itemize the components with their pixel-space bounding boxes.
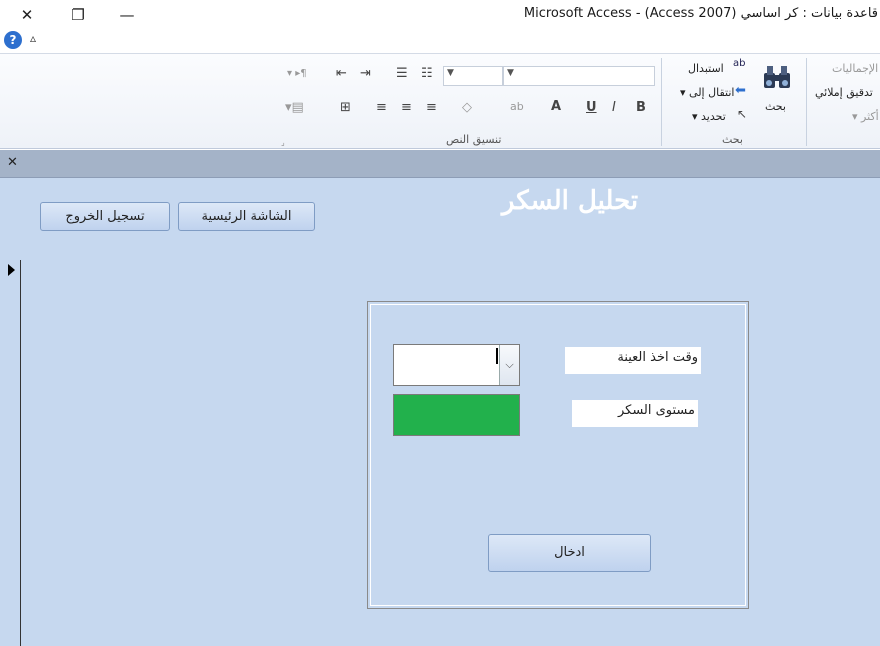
align-left-icon[interactable]: ≡: [426, 100, 437, 115]
sample-time-combo[interactable]: ⌵: [393, 344, 520, 386]
replace-icon: ab: [733, 58, 746, 69]
highlight-icon[interactable]: ab: [510, 100, 524, 113]
quick-access-row: ? ▵: [0, 30, 880, 52]
current-record-arrow-icon: [8, 264, 15, 276]
binoculars-icon: [764, 66, 790, 88]
find-group-label: بحث: [722, 133, 743, 146]
underline-icon[interactable]: U: [586, 100, 597, 115]
gridlines-icon[interactable]: ⊞: [340, 100, 351, 115]
chevron-down-icon: ▾: [852, 110, 858, 123]
select-label: تحديد: [701, 110, 726, 123]
dropdown-arrow-icon[interactable]: ⌵: [499, 345, 519, 385]
cursor-icon: ↖: [737, 107, 748, 121]
text-format-group-label: تنسيق النص: [446, 133, 502, 146]
goto-button[interactable]: ▾ انتقال إلى: [680, 86, 734, 99]
group-separator: [806, 58, 807, 146]
select-button[interactable]: ▾ تحديد: [692, 110, 726, 123]
sugar-level-field[interactable]: [393, 394, 520, 436]
text-caret: [496, 348, 498, 364]
sugar-level-label: مستوى السكر: [572, 400, 698, 427]
font-name-combo[interactable]: ▼: [503, 66, 655, 86]
align-center-icon[interactable]: ≡: [401, 100, 412, 115]
replace-button[interactable]: استبدال: [688, 62, 724, 75]
ribbon: ▼ ▼ ▾ ▸¶ ⇤ ⇥ ☰ ☷ ▾▤ ⊞ ≡ ≡ ≡ ◇ ab A U I B…: [0, 53, 880, 149]
find-button[interactable]: بحث: [765, 100, 786, 113]
align-right-icon[interactable]: ≡: [376, 100, 387, 115]
close-window-button[interactable]: ✕: [12, 4, 42, 26]
close-document-icon[interactable]: ✕: [7, 155, 18, 170]
sample-time-label: وقت اخذ العينة: [565, 347, 701, 374]
record-selector[interactable]: [0, 260, 21, 646]
alt-fill-icon[interactable]: ▾▤: [285, 100, 304, 115]
minimize-window-button[interactable]: —: [112, 4, 142, 26]
help-icon[interactable]: ?: [4, 31, 22, 49]
form-body: تحليل السكر تسجيل الخروج الشاشة الرئيسية…: [0, 178, 880, 646]
group-separator: [661, 58, 662, 146]
chevron-down-icon: ▼: [447, 68, 454, 78]
restore-window-button[interactable]: ❐: [63, 4, 93, 26]
chevron-down-icon: ▾: [680, 86, 686, 99]
enter-button[interactable]: ادخال: [488, 534, 651, 572]
home-screen-button[interactable]: الشاشة الرئيسية: [178, 202, 315, 231]
goto-arrow-icon: ⬅: [735, 83, 746, 98]
logout-button[interactable]: تسجيل الخروج: [40, 202, 170, 231]
document-tab-strip: ✕: [0, 150, 880, 178]
chevron-down-icon: ▾: [692, 110, 698, 123]
numbered-list-icon[interactable]: ☰: [396, 66, 408, 81]
increase-indent-icon[interactable]: ⇥: [360, 66, 371, 81]
fill-color-icon[interactable]: ◇: [462, 100, 472, 115]
font-color-icon[interactable]: A: [551, 99, 561, 114]
totals-button[interactable]: الإجماليات: [832, 62, 878, 75]
decrease-indent-icon[interactable]: ⇤: [336, 66, 347, 81]
bullet-list-icon[interactable]: ☷: [421, 66, 433, 81]
form-title: تحليل السكر: [501, 186, 639, 216]
collapse-ribbon-icon[interactable]: ▵: [30, 31, 36, 45]
bold-icon[interactable]: B: [636, 100, 646, 115]
italic-icon[interactable]: I: [612, 100, 616, 115]
dialog-launcher-icon[interactable]: ⌟: [281, 138, 285, 147]
window-title: Microsoft Access - (Access 2007) قاعدة ب…: [523, 6, 878, 21]
chevron-down-icon: ▼: [507, 68, 514, 78]
goto-label: انتقال إلى: [689, 86, 735, 99]
font-size-combo[interactable]: ▼: [443, 66, 503, 86]
spelling-button[interactable]: تدقيق إملائي: [815, 86, 873, 99]
title-bar: ✕ ❐ — Microsoft Access - (Access 2007) ق…: [0, 0, 880, 30]
more-button[interactable]: ▾ أكثر: [852, 110, 879, 123]
rtl-dropdown-icon[interactable]: ▾ ▸¶: [287, 68, 307, 79]
more-label: أكثر: [861, 110, 879, 123]
